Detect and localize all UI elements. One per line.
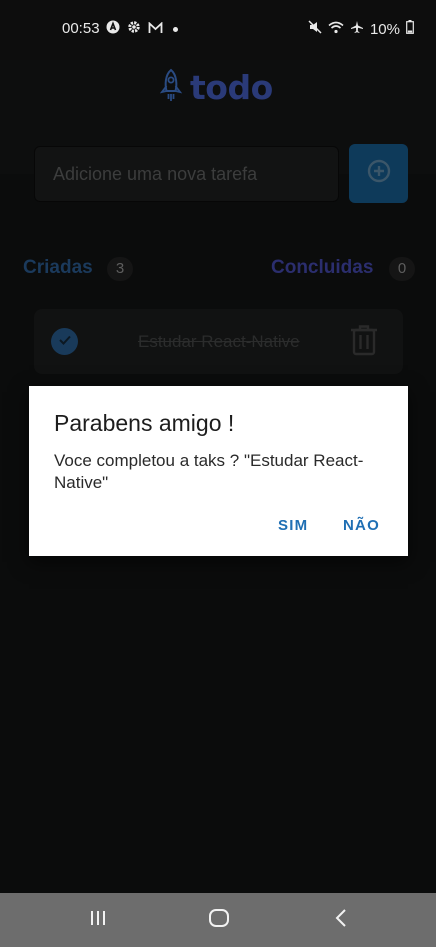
wifi-icon	[328, 21, 344, 38]
status-icons-right: 10%	[308, 20, 414, 38]
status-time: 00:53	[62, 20, 100, 37]
airplane-icon	[350, 20, 364, 38]
confirm-dialog: Parabens amigo ! Voce completou a taks ?…	[29, 386, 408, 556]
notification-dot	[173, 26, 178, 32]
gear-icon	[127, 20, 141, 38]
mute-icon	[308, 20, 322, 38]
created-count-badge: 3	[107, 257, 133, 281]
add-task-button[interactable]	[349, 144, 408, 203]
done-label: Concluidas	[271, 257, 374, 278]
plus-circle-icon	[366, 158, 392, 189]
home-icon	[208, 908, 230, 933]
task-item: Estudar React-Native	[34, 309, 403, 374]
logo-text: todo	[190, 68, 273, 107]
recent-apps-icon	[89, 909, 107, 932]
dialog-title: Parabens amigo !	[54, 410, 235, 436]
created-label: Criadas	[23, 257, 93, 278]
recent-apps-button[interactable]	[83, 907, 113, 933]
app-a-icon	[106, 20, 120, 38]
done-count-badge: 0	[389, 257, 415, 281]
battery-icon	[406, 20, 414, 38]
system-nav-bar	[0, 893, 436, 947]
status-bar: 00:53 10%	[0, 0, 436, 60]
trash-icon	[350, 324, 378, 361]
confirm-button[interactable]: SIM	[278, 517, 308, 534]
battery-label: 10%	[369, 20, 400, 38]
task-title: Estudar React-Native	[138, 332, 300, 351]
screen: 00:53 10% todo Adicione uma nova tarefa …	[0, 0, 436, 947]
cancel-button[interactable]: NÃO	[343, 517, 380, 534]
mail-icon	[148, 20, 163, 38]
back-button[interactable]	[326, 907, 356, 933]
logo: todo	[159, 68, 273, 107]
status-icons-left	[106, 20, 178, 38]
rocket-icon	[159, 68, 183, 107]
new-task-input[interactable]	[34, 146, 339, 202]
home-button[interactable]	[204, 907, 234, 933]
check-icon	[58, 333, 72, 351]
delete-task-button[interactable]	[348, 324, 380, 361]
dialog-message: Voce completou a taks ? "Estudar React-N…	[54, 451, 364, 492]
back-icon	[334, 908, 348, 933]
task-checkbox[interactable]	[51, 328, 78, 355]
